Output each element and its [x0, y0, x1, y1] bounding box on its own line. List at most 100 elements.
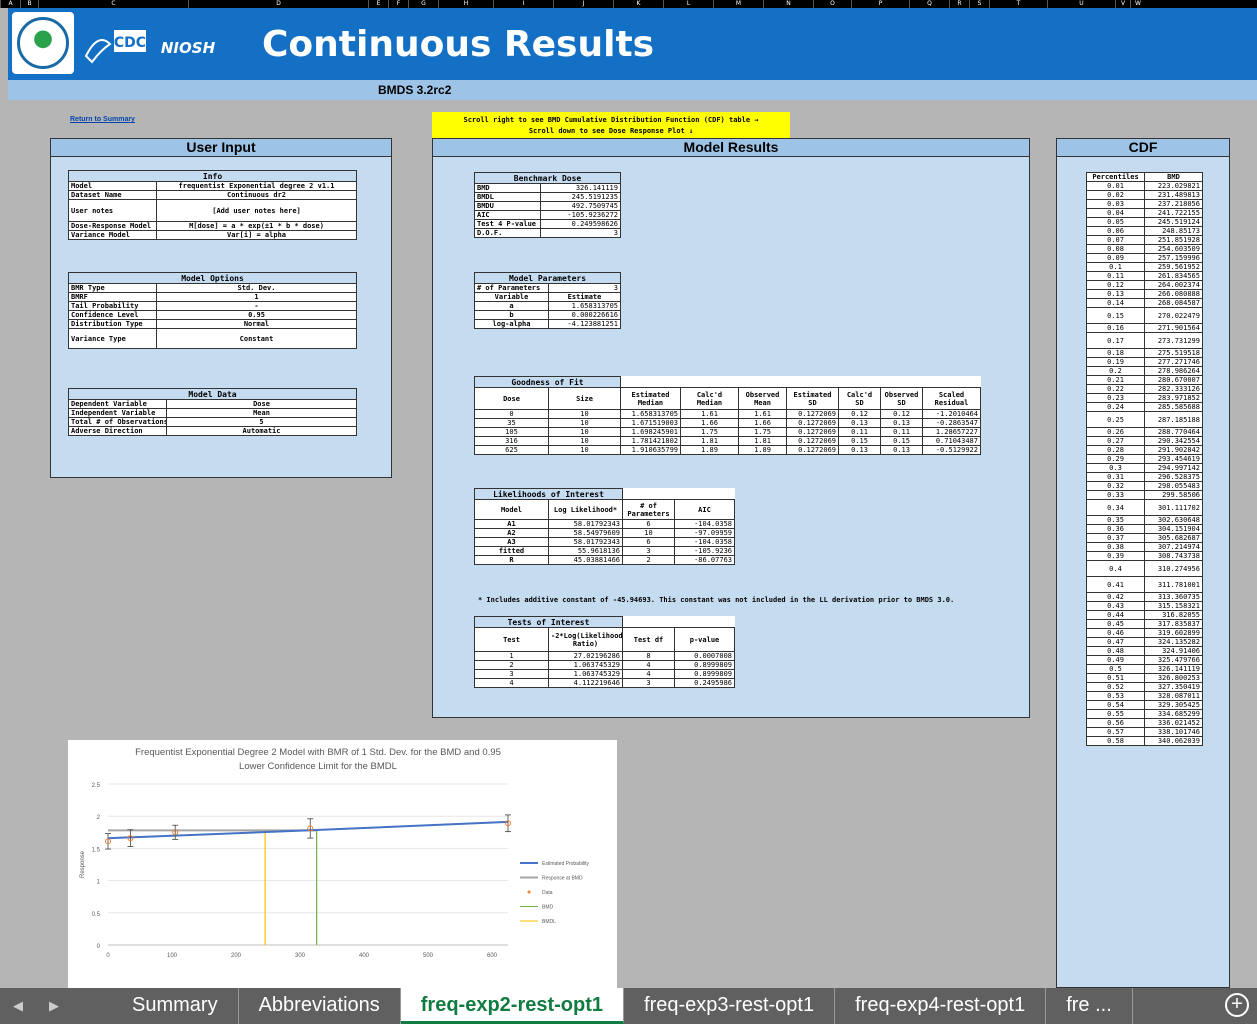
cdf-table-cell[interactable]: 277.271746 [1144, 357, 1203, 367]
cdf-table-cell[interactable]: 283.971852 [1144, 393, 1203, 403]
tests-table-cell[interactable]: 27.02196286 [547, 651, 624, 661]
tests-table-cell[interactable]: 2 [474, 660, 549, 670]
model-parameters-table-cell[interactable]: 0.000226616 [548, 310, 621, 320]
tests-table-cell[interactable]: 0.0007008 [674, 651, 736, 661]
cdf-table-cell[interactable]: 251.851928 [1144, 235, 1203, 245]
cdf-table-cell[interactable]: 316.82055 [1144, 610, 1203, 620]
cdf-table-cell[interactable]: 288.770464 [1144, 427, 1203, 437]
likelihoods-table-header-cell[interactable]: # of Parameters [622, 499, 675, 520]
benchmark-dose-table-cell[interactable]: BMDU [474, 201, 541, 211]
cdf-table-cell[interactable]: 302.630648 [1144, 515, 1203, 525]
model-options-table-cell[interactable]: Normal [156, 319, 357, 329]
goodness-of-fit-table-header-cell[interactable]: Observed SD [880, 387, 923, 410]
cdf-table-cell[interactable]: 0.21 [1086, 375, 1145, 385]
cdf-table-cell[interactable]: 0.25 [1086, 411, 1145, 428]
cdf-table-cell[interactable]: 0.06 [1086, 226, 1145, 236]
cdf-table-cell[interactable]: 0.11 [1086, 271, 1145, 281]
column-letter-l[interactable]: L [663, 0, 713, 8]
cdf-table-cell[interactable]: 0.52 [1086, 682, 1145, 692]
cdf-table-cell[interactable]: 0.58 [1086, 736, 1145, 746]
likelihoods-table-header-cell[interactable]: AIC [674, 499, 735, 520]
cdf-table-cell[interactable]: 0.03 [1086, 199, 1145, 209]
likelihoods-table-cell[interactable]: 58.01792343 [548, 519, 623, 529]
goodness-of-fit-table-cell[interactable]: 1.781421802 [620, 436, 681, 446]
likelihoods-table-cell[interactable]: fitted [474, 546, 549, 556]
model-options-table-cell[interactable]: Variance Type [68, 328, 157, 349]
cdf-table-cell[interactable]: 257.159996 [1144, 253, 1203, 263]
info-table-cell[interactable]: Var[i] = alpha [155, 230, 358, 240]
benchmark-dose-table-cell[interactable]: 245.5191235 [540, 192, 621, 202]
cdf-table-cell[interactable]: 301.111702 [1144, 499, 1203, 516]
goodness-of-fit-table-cell[interactable]: 1.81 [738, 436, 787, 446]
column-letter-f[interactable]: F [388, 0, 408, 8]
cdf-table-cell[interactable]: 266.080888 [1144, 289, 1203, 299]
model-options-table-cell[interactable]: BMR Type [68, 283, 157, 293]
model-data-table-cell[interactable]: Dependent Variable [68, 399, 167, 409]
goodness-of-fit-table-cell[interactable]: 1.61 [738, 409, 787, 419]
benchmark-dose-table-cell[interactable]: AIC [474, 210, 541, 220]
benchmark-dose-table-cell[interactable]: 326.141119 [540, 183, 621, 193]
likelihoods-table-header-cell[interactable]: Log Likelihood* [548, 499, 623, 520]
sheet-tab[interactable]: fre ... [1046, 988, 1133, 1024]
model-parameters-table-cell[interactable]: -4.123881251 [548, 319, 621, 329]
column-letter-h[interactable]: H [438, 0, 493, 8]
cdf-table-cell[interactable]: 0.28 [1086, 445, 1145, 455]
cdf-table-cell[interactable]: 0.54 [1086, 700, 1145, 710]
cdf-table-cell[interactable]: 298.055483 [1144, 481, 1203, 491]
cdf-table-cell[interactable]: 294.997142 [1144, 463, 1203, 473]
goodness-of-fit-table-cell[interactable]: 105 [474, 427, 549, 437]
cdf-table-cell[interactable]: 270.022479 [1144, 307, 1203, 324]
cdf-table-cell[interactable]: 282.333126 [1144, 384, 1203, 394]
tests-table-cell[interactable]: 8 [622, 651, 676, 661]
cdf-table-cell[interactable]: 305.682687 [1144, 533, 1203, 543]
cdf-table-cell[interactable]: 0.37 [1086, 533, 1145, 543]
cdf-table-cell[interactable]: 0.05 [1086, 217, 1145, 227]
goodness-of-fit-table-cell[interactable]: 0.71043487 [922, 436, 981, 446]
likelihoods-table-cell[interactable]: -97.09959 [674, 528, 735, 538]
model-parameters-table-header-cell[interactable]: Variable [474, 292, 549, 302]
goodness-of-fit-table-cell[interactable]: 10 [548, 409, 621, 419]
model-data-table-cell[interactable]: 5 [165, 417, 358, 427]
cdf-table-cell[interactable]: 285.585688 [1144, 402, 1203, 412]
goodness-of-fit-table-cell[interactable]: 0.1272069 [786, 418, 839, 428]
cdf-table-cell[interactable]: 0.41 [1086, 576, 1145, 593]
tests-table-cell[interactable]: 4 [622, 669, 676, 679]
cdf-table-cell[interactable]: 0.07 [1086, 235, 1145, 245]
column-letter-o[interactable]: O [813, 0, 851, 8]
likelihoods-table-cell[interactable]: 2 [622, 555, 675, 565]
goodness-of-fit-table-cell[interactable]: 1.89 [680, 445, 739, 455]
cdf-table-cell[interactable]: 0.51 [1086, 673, 1145, 683]
goodness-of-fit-table-cell[interactable]: 0.1272069 [786, 409, 839, 419]
dose-response-chart[interactable]: Frequentist Exponential Degree 2 Model w… [68, 740, 617, 990]
goodness-of-fit-table-cell[interactable]: -0.2863547 [922, 418, 981, 428]
goodness-of-fit-table-cell[interactable]: 0.15 [838, 436, 881, 446]
column-letter-m[interactable]: M [713, 0, 763, 8]
cdf-table-cell[interactable]: 0.24 [1086, 402, 1145, 412]
goodness-of-fit-table-cell[interactable]: 0.15 [880, 436, 923, 446]
goodness-of-fit-table-cell[interactable]: 35 [474, 418, 549, 428]
goodness-of-fit-table-header-cell[interactable]: Observed Mean [738, 387, 787, 410]
model-parameters-table-cell[interactable]: b [474, 310, 549, 320]
goodness-of-fit-table-cell[interactable]: 1.66 [680, 418, 739, 428]
cdf-table-cell[interactable]: 0.2 [1086, 366, 1145, 376]
cdf-table-cell[interactable]: 271.901564 [1144, 323, 1203, 333]
cdf-table-cell[interactable]: 231.489813 [1144, 190, 1203, 200]
tests-table-cell[interactable]: 0.8999809 [674, 660, 736, 670]
cdf-table-cell[interactable]: 293.454619 [1144, 454, 1203, 464]
cdf-table-cell[interactable]: 0.01 [1086, 181, 1145, 191]
cdf-table-cell[interactable]: 334.685299 [1144, 709, 1203, 719]
cdf-table-cell[interactable]: 0.42 [1086, 592, 1145, 602]
cdf-table-cell[interactable]: 264.002374 [1144, 280, 1203, 290]
column-letter-v[interactable]: V [1115, 0, 1130, 8]
cdf-table-cell[interactable]: 336.021452 [1144, 718, 1203, 728]
cdf-table-cell[interactable]: 0.38 [1086, 542, 1145, 552]
cdf-table-cell[interactable]: 0.53 [1086, 691, 1145, 701]
cdf-table-cell[interactable]: 308.743738 [1144, 551, 1203, 561]
tests-table-cell[interactable]: 1 [474, 651, 549, 661]
tests-table-header-cell[interactable]: -2*Log(Likelihood Ratio) [547, 627, 624, 652]
cdf-table-cell[interactable]: 0.22 [1086, 384, 1145, 394]
column-letter-i[interactable]: I [493, 0, 553, 8]
goodness-of-fit-table-cell[interactable]: 10 [548, 445, 621, 455]
model-data-table-cell[interactable]: Dose [165, 399, 358, 409]
likelihoods-table-cell[interactable]: 58.54979609 [548, 528, 623, 538]
